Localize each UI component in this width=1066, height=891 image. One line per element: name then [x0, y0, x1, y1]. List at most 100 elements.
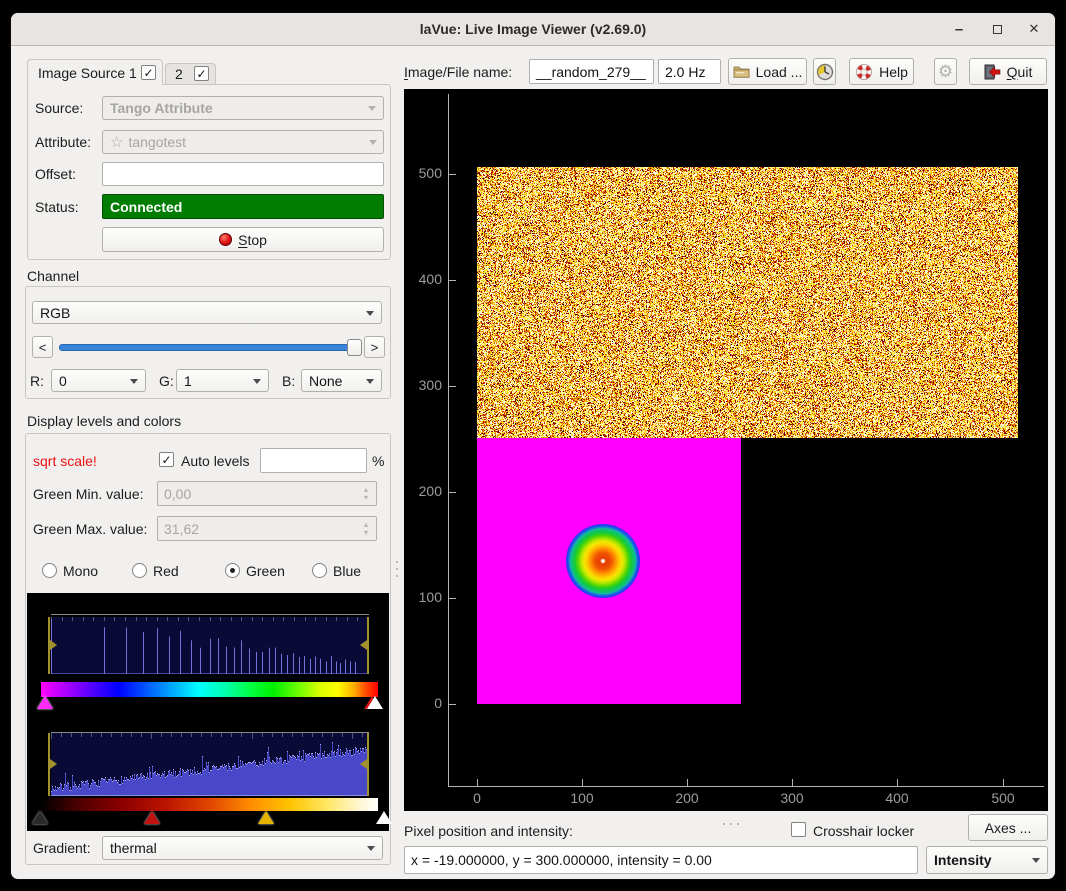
y-tick-label: 300: [404, 377, 442, 393]
tab2-checkbox[interactable]: ✓: [194, 66, 209, 81]
radio-mono[interactable]: [42, 563, 57, 578]
help-button[interactable]: Help: [849, 58, 914, 85]
star-icon: ☆: [110, 133, 123, 151]
green-channel-select[interactable]: 1: [176, 369, 269, 392]
dropdown-arrow-icon: [1032, 858, 1040, 863]
image-plot[interactable]: 01002003004005000100200300400500: [404, 89, 1048, 811]
source-label: Source:: [35, 100, 83, 116]
x-tick-label: 0: [455, 790, 499, 806]
green-channel-value: 1: [184, 373, 192, 389]
axes-button-label: Axes ...: [985, 820, 1032, 836]
maximize-icon: [993, 25, 1002, 34]
display-mode-value: Intensity: [934, 852, 992, 868]
close-button[interactable]: ✕: [1024, 18, 1044, 40]
display-mode-select[interactable]: Intensity: [926, 846, 1048, 874]
crosshair-locker-checkbox[interactable]: [791, 822, 806, 837]
quit-button[interactable]: Quit: [969, 58, 1047, 85]
settings-button[interactable]: ⚙: [934, 58, 957, 85]
splitter-handle[interactable]: [737, 823, 739, 825]
tab1-checkbox[interactable]: ✓: [141, 65, 156, 80]
blue-channel-label: B:: [282, 373, 295, 389]
green-histogram-widget[interactable]: [27, 593, 389, 713]
region-end-marker[interactable]: [367, 617, 369, 674]
offset-input[interactable]: [102, 162, 384, 186]
thermal-stop-black[interactable]: [32, 811, 48, 824]
attribute-combo[interactable]: ☆ tangotest: [102, 130, 384, 154]
max-level-spinbox[interactable]: 31,62 ▴▾: [157, 516, 377, 541]
splitter-handle[interactable]: [730, 823, 732, 825]
red-channel-select[interactable]: 0: [51, 369, 146, 392]
radio-red[interactable]: [132, 563, 147, 578]
hist2-canvas[interactable]: [51, 733, 369, 796]
refresh-rate-input[interactable]: 2.0 Hz: [658, 59, 721, 84]
stop-button[interactable]: Stop: [102, 227, 384, 252]
axes-button[interactable]: Axes ...: [968, 814, 1048, 841]
min-level-label: Green Min. value:: [33, 486, 144, 502]
region-start-arrow-icon: [50, 640, 57, 650]
thermal-stop-white[interactable]: [376, 811, 392, 824]
max-level-value: 31,62: [164, 521, 199, 537]
radio-green-label: Green: [246, 563, 285, 579]
tab-image-source-2[interactable]: 2 ✓: [165, 63, 216, 85]
clock-icon: [816, 63, 834, 81]
status-value: Connected: [110, 199, 182, 215]
x-tick-mark: [477, 779, 478, 786]
scale-warning: sqrt scale!: [33, 453, 97, 469]
splitter-handle[interactable]: [396, 568, 398, 570]
radio-green[interactable]: [225, 563, 240, 578]
spinner-arrows-icon[interactable]: ▴▾: [360, 517, 372, 540]
splitter-handle[interactable]: [723, 823, 725, 825]
noise-image[interactable]: [477, 167, 1018, 438]
gradient-select[interactable]: thermal: [102, 836, 383, 860]
x-tick-mark: [792, 779, 793, 786]
status-label: Status:: [35, 199, 79, 215]
blue-channel-select[interactable]: None: [301, 369, 382, 392]
max-level-label: Green Max. value:: [33, 521, 147, 537]
dropdown-arrow-icon: [369, 140, 377, 145]
tab2-label: 2: [175, 66, 183, 82]
channel-step-down-button[interactable]: <: [32, 336, 53, 358]
maximize-button[interactable]: [987, 18, 1007, 40]
channel-step-up-button[interactable]: >: [364, 336, 385, 358]
channel-slider[interactable]: [59, 344, 351, 351]
x-tick-mark: [582, 779, 583, 786]
file-name-input[interactable]: __random_279__: [529, 59, 654, 84]
source-select[interactable]: Tango Attribute: [102, 96, 384, 120]
y-tick-label: 0: [404, 695, 442, 711]
spinner-arrows-icon[interactable]: ▴▾: [360, 482, 372, 505]
x-tick-label: 100: [560, 790, 604, 806]
splitter-handle[interactable]: [396, 561, 398, 563]
load-button-label: Load ...: [756, 64, 803, 80]
hist1-canvas[interactable]: [51, 617, 369, 674]
x-tick-label: 500: [981, 790, 1025, 806]
min-level-spinbox[interactable]: 0,00 ▴▾: [157, 481, 377, 506]
auto-levels-checkbox[interactable]: ✓: [159, 452, 174, 467]
load-button[interactable]: Load ...: [728, 58, 807, 85]
gradient-label: Gradient:: [33, 840, 91, 856]
thermal-stop-red[interactable]: [144, 811, 160, 824]
region-end-marker[interactable]: [367, 733, 369, 796]
titlebar[interactable]: laVue: Live Image Viewer (v2.69.0) – ✕: [11, 13, 1055, 46]
y-tick-label: 100: [404, 589, 442, 605]
tab-image-source-1[interactable]: Image Source 1 ✓: [27, 59, 163, 85]
help-lifesaver-icon: [855, 63, 873, 81]
offset-label: Offset:: [35, 166, 76, 182]
splitter-handle[interactable]: [396, 575, 398, 577]
channel-group-title: Channel: [27, 268, 79, 284]
source-select-value: Tango Attribute: [110, 100, 213, 116]
y-axis-line: [448, 94, 449, 787]
help-button-label: Help: [879, 64, 908, 80]
max-level-marker[interactable]: [367, 696, 383, 709]
radio-blue[interactable]: [312, 563, 327, 578]
minimize-button[interactable]: –: [949, 18, 969, 40]
magenta-image[interactable]: [477, 438, 741, 704]
auto-levels-percent-input[interactable]: [260, 448, 367, 473]
intensity-histogram-widget[interactable]: [27, 713, 389, 831]
min-level-marker[interactable]: [37, 696, 53, 709]
channel-mode-select[interactable]: RGB: [32, 301, 382, 324]
thermal-stop-yellow[interactable]: [258, 811, 274, 824]
thermal-gradient-bar: [41, 798, 378, 811]
y-tick-label: 500: [404, 165, 442, 181]
channel-slider-handle[interactable]: [347, 339, 362, 356]
timer-button[interactable]: [813, 58, 836, 85]
